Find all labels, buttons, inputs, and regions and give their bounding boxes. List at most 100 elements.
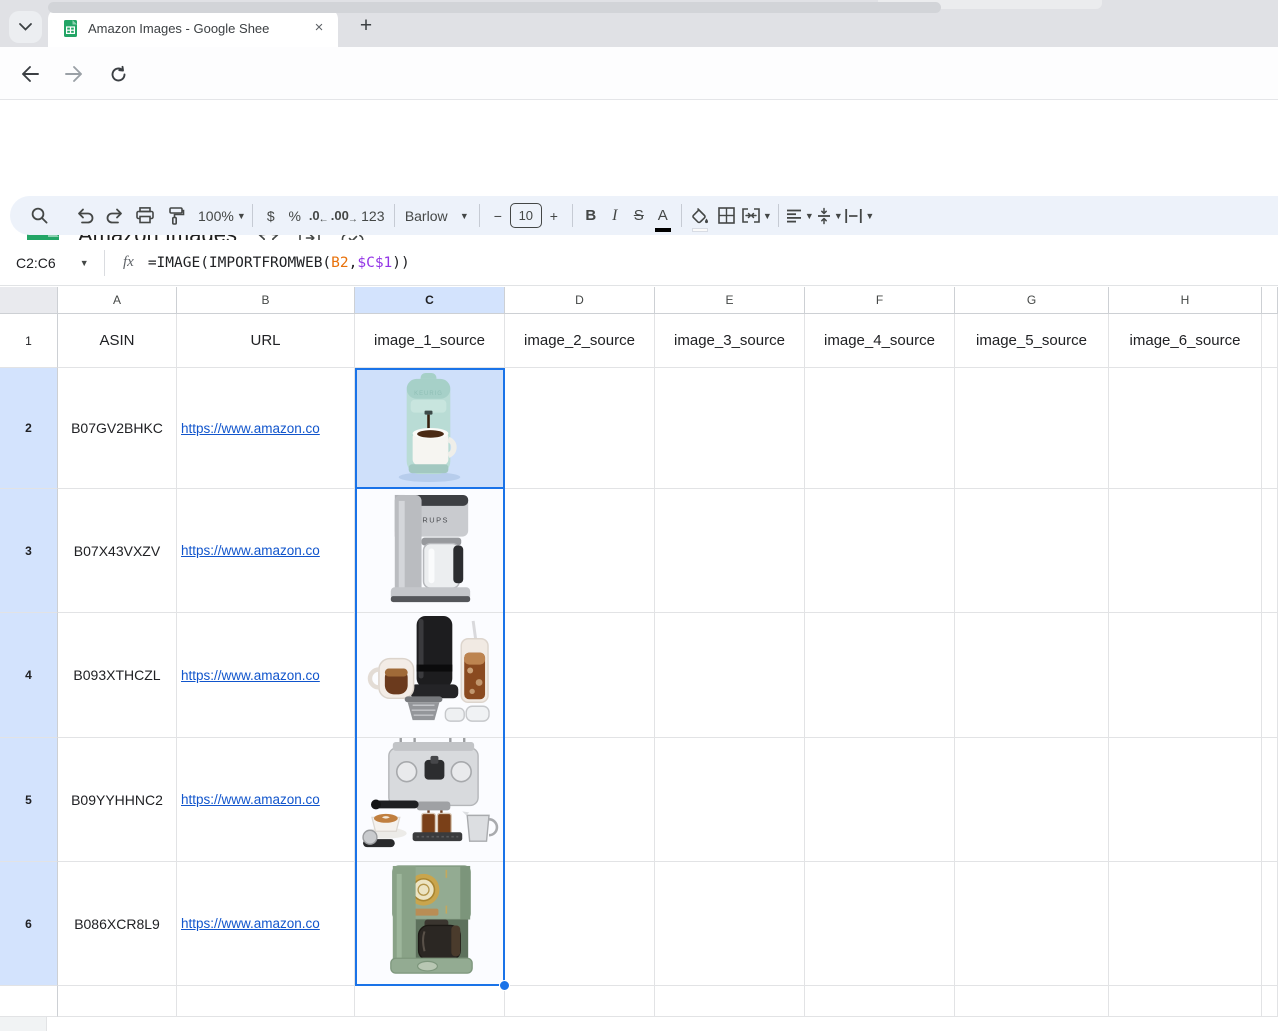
cell-b6[interactable]: https://www.amazon.co bbox=[177, 862, 355, 986]
bold-button[interactable]: B bbox=[579, 202, 603, 230]
cell-c4[interactable] bbox=[355, 613, 505, 738]
column-header-f[interactable]: F bbox=[805, 287, 955, 314]
cell-e6[interactable] bbox=[655, 862, 805, 986]
cell-d5[interactable] bbox=[505, 738, 655, 862]
row-header-2[interactable]: 2 bbox=[0, 368, 58, 489]
cell-g2[interactable] bbox=[955, 368, 1109, 489]
cell-c3[interactable]: KRUPS bbox=[355, 489, 505, 613]
row-header-6[interactable]: 6 bbox=[0, 862, 58, 986]
amazon-link[interactable]: https://www.amazon.co bbox=[181, 792, 320, 807]
merge-cells-button[interactable]: ▼ bbox=[742, 202, 772, 230]
fill-color-button[interactable] bbox=[688, 202, 712, 230]
increase-decimal-button[interactable]: .00→ bbox=[331, 202, 358, 230]
reload-button[interactable] bbox=[104, 60, 132, 88]
cell-h3[interactable] bbox=[1109, 489, 1262, 613]
italic-button[interactable]: I bbox=[603, 202, 627, 230]
cell-h2[interactable] bbox=[1109, 368, 1262, 489]
cell-f3[interactable] bbox=[805, 489, 955, 613]
cell-d7[interactable] bbox=[505, 986, 655, 1017]
horizontal-scrollbar-thumb[interactable] bbox=[48, 2, 941, 13]
cell-f7[interactable] bbox=[805, 986, 955, 1017]
cell-e1[interactable]: image_3_source bbox=[655, 314, 805, 368]
undo-button[interactable] bbox=[70, 202, 100, 230]
amazon-link[interactable]: https://www.amazon.co bbox=[181, 543, 320, 558]
cell-a7[interactable] bbox=[58, 986, 177, 1017]
decrease-decimal-button[interactable]: .0← bbox=[307, 202, 331, 230]
cell-e4[interactable] bbox=[655, 613, 805, 738]
increase-font-size-button[interactable]: + bbox=[542, 202, 566, 230]
cell-b5[interactable]: https://www.amazon.co bbox=[177, 738, 355, 862]
cell-i1[interactable] bbox=[1262, 314, 1278, 368]
cell-c1[interactable]: image_1_source bbox=[355, 314, 505, 368]
cell-i6[interactable] bbox=[1262, 862, 1278, 986]
back-button[interactable] bbox=[16, 60, 44, 88]
font-size-input[interactable]: 10 bbox=[510, 203, 542, 228]
cell-a6[interactable]: B086XCR8L9 bbox=[58, 862, 177, 986]
strikethrough-button[interactable]: S bbox=[627, 202, 651, 230]
cell-b3[interactable]: https://www.amazon.co bbox=[177, 489, 355, 613]
cell-b4[interactable]: https://www.amazon.co bbox=[177, 613, 355, 738]
row-header-7[interactable] bbox=[0, 986, 58, 1017]
cell-c6[interactable] bbox=[355, 862, 505, 986]
new-tab-button[interactable]: + bbox=[352, 13, 380, 41]
cell-h5[interactable] bbox=[1109, 738, 1262, 862]
cell-g4[interactable] bbox=[955, 613, 1109, 738]
cell-h6[interactable] bbox=[1109, 862, 1262, 986]
font-select[interactable]: Barlow▼ bbox=[401, 202, 473, 230]
column-header-partial[interactable] bbox=[1262, 287, 1278, 314]
cell-f2[interactable] bbox=[805, 368, 955, 489]
cell-f5[interactable] bbox=[805, 738, 955, 862]
cell-i3[interactable] bbox=[1262, 489, 1278, 613]
cell-a3[interactable]: B07X43VXZV bbox=[58, 489, 177, 613]
cell-h4[interactable] bbox=[1109, 613, 1262, 738]
redo-button[interactable] bbox=[100, 202, 130, 230]
cell-c5[interactable] bbox=[355, 738, 505, 862]
cell-b7[interactable] bbox=[177, 986, 355, 1017]
cell-h7[interactable] bbox=[1109, 986, 1262, 1017]
cell-b2[interactable]: https://www.amazon.co bbox=[177, 368, 355, 489]
vertical-align-button[interactable]: ▼ bbox=[815, 202, 845, 230]
cell-b1[interactable]: URL bbox=[177, 314, 355, 368]
cell-e2[interactable] bbox=[655, 368, 805, 489]
cell-c7[interactable] bbox=[355, 986, 505, 1017]
cell-a4[interactable]: B093XTHCZL bbox=[58, 613, 177, 738]
horizontal-align-button[interactable]: ▼ bbox=[785, 202, 815, 230]
cell-e5[interactable] bbox=[655, 738, 805, 862]
cell-e3[interactable] bbox=[655, 489, 805, 613]
row-header-3[interactable]: 3 bbox=[0, 489, 58, 613]
name-box[interactable]: C2:C6 ▼ bbox=[0, 255, 98, 271]
format-currency-button[interactable]: $ bbox=[259, 202, 283, 230]
amazon-link[interactable]: https://www.amazon.co bbox=[181, 916, 320, 931]
amazon-link[interactable]: https://www.amazon.co bbox=[181, 668, 320, 683]
formula-input[interactable]: =IMAGE(IMPORTFROMWEB(B2,$C$1)) bbox=[148, 255, 410, 271]
cell-g5[interactable] bbox=[955, 738, 1109, 862]
cell-g1[interactable]: image_5_source bbox=[955, 314, 1109, 368]
number-format-button[interactable]: 123 bbox=[358, 202, 388, 230]
text-color-button[interactable]: A bbox=[651, 202, 675, 230]
paint-format-button[interactable] bbox=[160, 202, 190, 230]
column-header-h[interactable]: H bbox=[1109, 287, 1262, 314]
column-header-e[interactable]: E bbox=[655, 287, 805, 314]
cell-g7[interactable] bbox=[955, 986, 1109, 1017]
search-menus-button[interactable] bbox=[24, 202, 54, 230]
column-header-g[interactable]: G bbox=[955, 287, 1109, 314]
cell-e7[interactable] bbox=[655, 986, 805, 1017]
column-header-b[interactable]: B bbox=[177, 287, 355, 314]
row-header-1[interactable]: 1 bbox=[0, 314, 58, 368]
fill-handle[interactable] bbox=[499, 980, 510, 991]
cell-d1[interactable]: image_2_source bbox=[505, 314, 655, 368]
print-button[interactable] bbox=[130, 202, 160, 230]
cell-f1[interactable]: image_4_source bbox=[805, 314, 955, 368]
cell-i7[interactable] bbox=[1262, 986, 1278, 1017]
cell-a5[interactable]: B09YYHHNC2 bbox=[58, 738, 177, 862]
cell-a1[interactable]: ASIN bbox=[58, 314, 177, 368]
cell-i4[interactable] bbox=[1262, 613, 1278, 738]
zoom-select[interactable]: 100%▼ bbox=[198, 202, 246, 230]
tab-close-icon[interactable]: × bbox=[310, 19, 328, 37]
cell-d3[interactable] bbox=[505, 489, 655, 613]
tab-search-button[interactable] bbox=[9, 11, 42, 43]
row-header-4[interactable]: 4 bbox=[0, 613, 58, 738]
row-header-5[interactable]: 5 bbox=[0, 738, 58, 862]
cell-d6[interactable] bbox=[505, 862, 655, 986]
column-header-d[interactable]: D bbox=[505, 287, 655, 314]
